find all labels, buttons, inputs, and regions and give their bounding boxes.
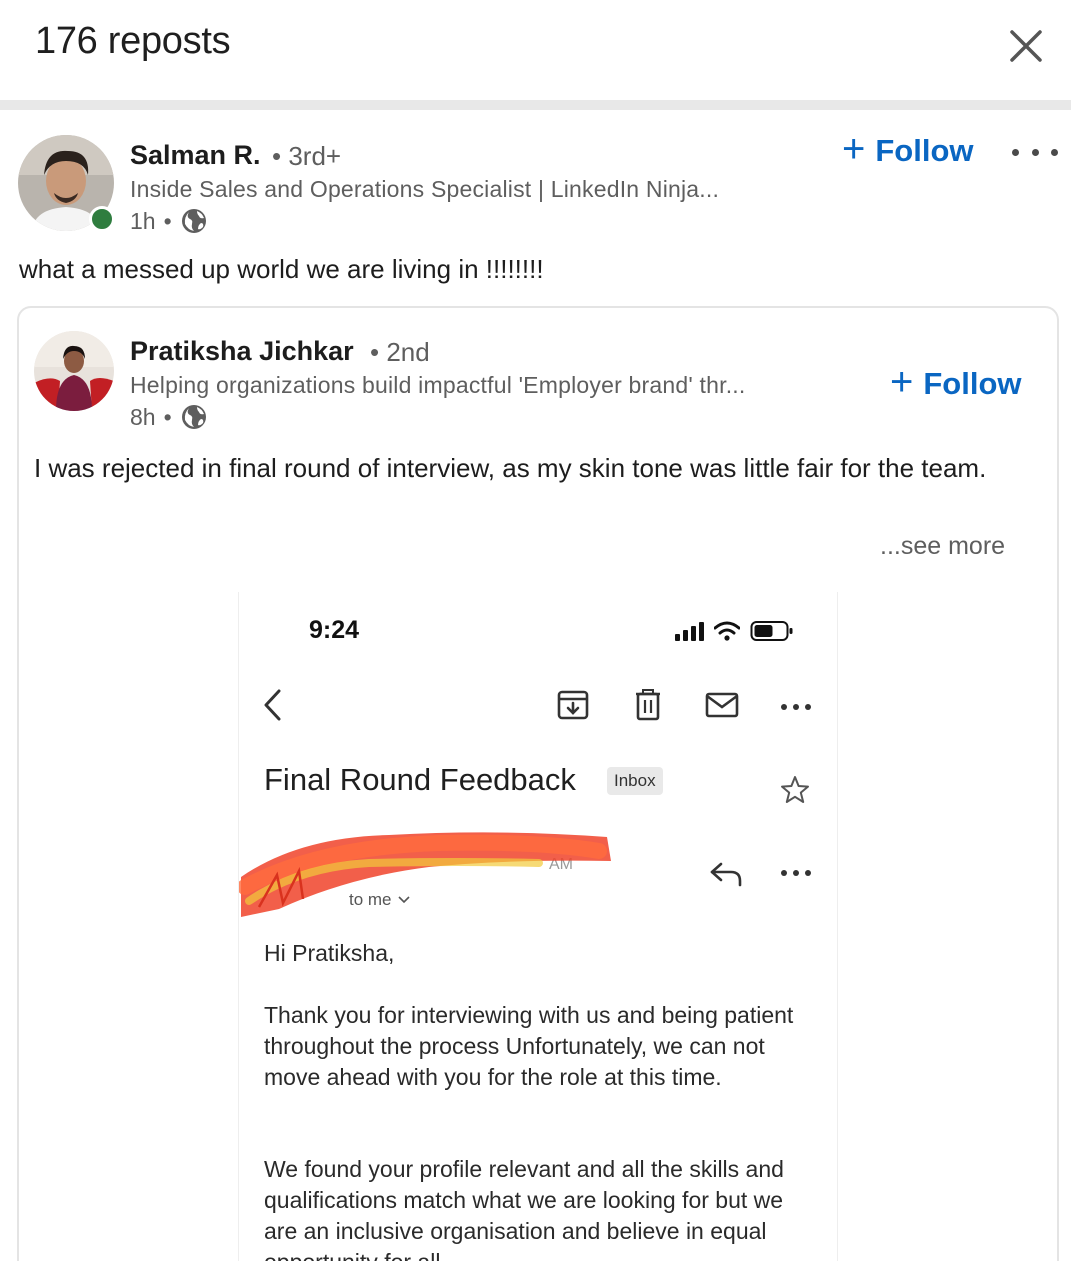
original-post-meta: 8h • <box>130 403 208 431</box>
see-more-link[interactable]: ...see more <box>880 532 1005 561</box>
redaction-scribble: AM <box>239 832 611 917</box>
original-post-text: I was rejected in final round of intervi… <box>34 453 987 483</box>
email-more-options-icon[interactable] <box>781 702 811 712</box>
recipient-details-toggle[interactable]: to me <box>349 890 410 910</box>
original-author-headline: Helping organizations build impactful 'E… <box>130 372 746 398</box>
plus-icon: + <box>890 360 914 404</box>
original-post-time: 8h <box>130 403 156 430</box>
post-image-email-screenshot[interactable]: 9:24 Final Round Feedback Inbox AM to me… <box>238 592 838 1261</box>
email-greeting: Hi Pratiksha, <box>264 940 395 966</box>
follow-label: Follow <box>923 366 1022 401</box>
reposter-degree-label: 3rd+ <box>288 141 342 171</box>
star-icon[interactable] <box>779 774 811 806</box>
email-subject: Final Round Feedback <box>264 762 576 797</box>
close-button[interactable] <box>1004 24 1048 68</box>
reposter-headline: Inside Sales and Operations Specialist |… <box>130 176 720 202</box>
repost-commentary: what a messed up world we are living in … <box>19 254 544 284</box>
header-divider <box>0 100 1071 110</box>
cellular-signal-icon <box>675 621 704 641</box>
follow-button-reposter[interactable]: + Follow <box>842 129 974 169</box>
message-more-options-icon[interactable] <box>781 868 811 878</box>
degree-separator: • <box>370 337 380 367</box>
wifi-icon <box>714 621 740 641</box>
trash-icon[interactable] <box>630 688 666 722</box>
original-author-name[interactable]: Pratiksha Jichkar <box>130 336 354 367</box>
email-paragraph-2: We found your profile relevant and all t… <box>264 1156 784 1261</box>
online-status-indicator <box>89 206 115 232</box>
globe-icon <box>181 405 206 429</box>
modal-header: 176 reposts <box>0 0 1071 100</box>
globe-icon <box>181 209 206 233</box>
reposter-meta: 1h • <box>130 207 208 235</box>
email-paragraph-1: Thank you for interviewing with us and b… <box>264 1002 794 1090</box>
back-arrow-icon[interactable] <box>261 688 285 722</box>
phone-clock: 9:24 <box>309 616 360 644</box>
battery-icon <box>750 621 793 641</box>
follow-label: Follow <box>875 133 974 168</box>
follow-button-original-author[interactable]: + Follow <box>890 362 1022 402</box>
modal-title: 176 reposts <box>35 20 231 62</box>
reply-icon[interactable] <box>709 860 743 888</box>
close-icon <box>1010 30 1042 62</box>
more-dot-icon <box>1012 148 1019 156</box>
original-author-degree: • 2nd <box>370 337 430 368</box>
original-author-avatar[interactable] <box>34 331 114 411</box>
meta-separator: • <box>163 403 172 430</box>
more-dot-icon <box>1031 148 1039 156</box>
plus-icon: + <box>842 127 866 171</box>
reposter-name[interactable]: Salman R. <box>130 140 261 171</box>
more-dot-icon <box>1051 148 1058 156</box>
recipient-label: to me <box>349 890 392 909</box>
original-degree-label: 2nd <box>386 337 430 367</box>
inbox-label-badge: Inbox <box>607 767 663 795</box>
more-options-button[interactable] <box>1012 140 1058 164</box>
reposter-time: 1h <box>130 207 156 234</box>
mail-unread-icon[interactable] <box>704 688 740 722</box>
archive-icon[interactable] <box>555 688 591 722</box>
reposter-degree: • 3rd+ <box>272 141 341 172</box>
meta-separator: • <box>163 207 172 234</box>
phone-status-icons <box>675 620 794 642</box>
chevron-down-icon <box>397 896 410 904</box>
degree-separator: • <box>272 141 282 171</box>
